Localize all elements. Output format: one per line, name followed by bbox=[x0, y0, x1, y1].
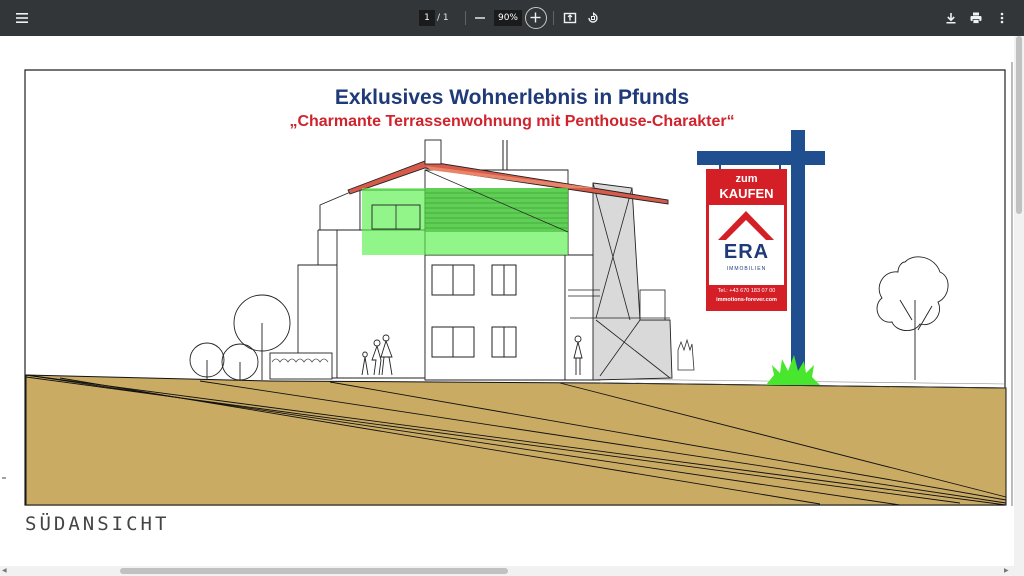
pdf-toolbar: 1 / 1 90% bbox=[0, 0, 1024, 36]
print-icon bbox=[970, 12, 982, 24]
era-logo-sub: IMMOBILIEN bbox=[726, 266, 767, 272]
scroll-left-icon[interactable]: ◀ bbox=[2, 567, 7, 574]
toolbar-divider bbox=[465, 11, 466, 25]
scroll-right-icon[interactable]: ▶ bbox=[1004, 567, 1009, 574]
menu-icon[interactable] bbox=[10, 6, 34, 30]
horizontal-scroll-thumb[interactable] bbox=[120, 568, 508, 574]
zoom-level-input[interactable]: 90% bbox=[494, 10, 522, 26]
fit-page-icon bbox=[563, 12, 577, 24]
vertical-scroll-thumb[interactable] bbox=[1016, 36, 1022, 214]
tree-right bbox=[876, 256, 949, 380]
rotate-icon bbox=[588, 12, 598, 23]
horizontal-scrollbar[interactable]: ◀ ▶ bbox=[0, 566, 1024, 576]
sign-zum: zum bbox=[735, 173, 758, 185]
grass bbox=[766, 355, 820, 385]
download-icon bbox=[946, 13, 956, 24]
chimney bbox=[424, 139, 442, 165]
more-vert-icon bbox=[1000, 12, 1004, 24]
minus-icon bbox=[475, 17, 485, 19]
page-number-input[interactable]: 1 bbox=[419, 10, 435, 26]
print-button[interactable] bbox=[964, 6, 988, 30]
sign-kaufen: KAUFEN bbox=[719, 186, 774, 201]
toolbar-divider bbox=[553, 11, 554, 25]
sign-phone: Tel.: +43 670 183 07 00 bbox=[717, 288, 776, 294]
zoom-in-button[interactable] bbox=[525, 7, 547, 29]
more-options-button[interactable] bbox=[990, 6, 1014, 30]
rotate-button[interactable] bbox=[581, 6, 605, 30]
building-tower bbox=[592, 182, 673, 381]
subheadline: „Charmante Terrassenwohnung mit Penthous… bbox=[289, 113, 735, 130]
sign-crossbar bbox=[697, 151, 825, 165]
headline: Exklusives Wohnerlebnis in Pfunds bbox=[334, 86, 690, 109]
vertical-scrollbar[interactable] bbox=[1014, 36, 1024, 566]
view-label: SÜDANSICHT bbox=[25, 513, 170, 535]
document-viewer[interactable]: Exklusives Wohnerlebnis in Pfunds „Charm… bbox=[0, 36, 1014, 566]
plus-icon bbox=[530, 12, 541, 23]
page-count: / 1 bbox=[437, 13, 449, 23]
zoom-out-button[interactable] bbox=[468, 6, 492, 30]
fit-page-button[interactable] bbox=[558, 6, 582, 30]
sign-web: immotions-forever.com bbox=[716, 297, 777, 303]
era-logo: ERA bbox=[723, 241, 770, 263]
sign-post bbox=[791, 130, 805, 380]
download-button[interactable] bbox=[939, 6, 963, 30]
